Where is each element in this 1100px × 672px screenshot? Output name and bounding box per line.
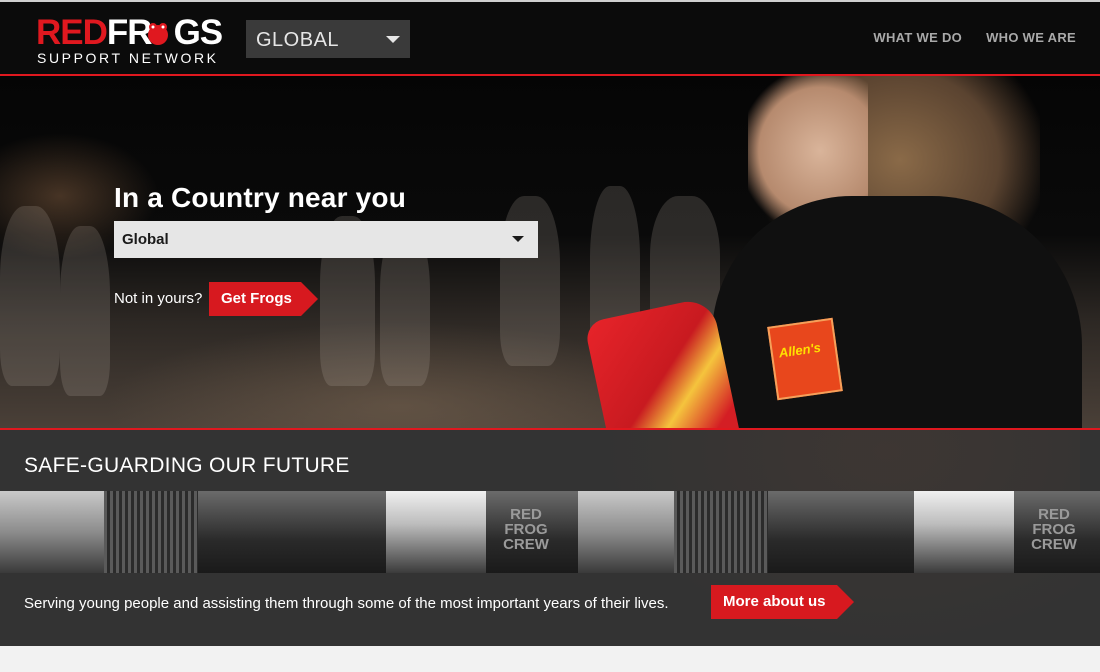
- main-nav: WHAT WE DO WHO WE ARE: [873, 30, 1076, 45]
- photo-tile: [104, 491, 198, 573]
- hero-photo-figure: [60, 226, 110, 396]
- badge-text: Allen's: [777, 339, 822, 361]
- photo-tile: RED FROG CREW: [1014, 491, 1100, 573]
- frog-icon: [148, 23, 168, 45]
- logo-tagline: SUPPORT NETWORK: [37, 50, 219, 66]
- photo-tile: [0, 491, 104, 573]
- nav-what-we-do[interactable]: WHAT WE DO: [873, 30, 962, 45]
- logo-wordmark: REDFR GS: [36, 13, 224, 52]
- section-title: SAFE-GUARDING OUR FUTURE: [24, 454, 350, 477]
- logo-red-text: RED: [36, 13, 108, 52]
- red-frogs-logo[interactable]: REDFR GS SUPPORT NETWORK: [36, 13, 226, 67]
- nav-who-we-are[interactable]: WHO WE ARE: [986, 30, 1076, 45]
- not-in-yours-text: Not in yours?: [114, 290, 203, 307]
- photo-tile: [768, 491, 860, 573]
- red-frog-crew-text: RED FROG CREW: [1031, 506, 1077, 553]
- hero-photo-person-shirt: [712, 196, 1082, 428]
- region-dropdown[interactable]: GLOBAL: [246, 20, 410, 58]
- photo-tile: [578, 491, 674, 573]
- mission-tagline: Serving young people and assisting them …: [24, 595, 669, 612]
- more-about-us-button[interactable]: More about us: [711, 585, 854, 619]
- country-dropdown[interactable]: Global: [114, 221, 538, 258]
- page-footer-strip: [0, 646, 1100, 672]
- logo-white-text-end: GS: [173, 13, 224, 52]
- chevron-down-icon: [512, 236, 524, 242]
- photo-tile: [674, 491, 768, 573]
- get-frogs-button[interactable]: Get Frogs: [209, 282, 318, 316]
- photo-tile: [198, 491, 294, 573]
- country-dropdown-value: Global: [122, 231, 169, 248]
- hero-title: In a Country near you: [114, 182, 407, 213]
- allens-badge: Allen's: [767, 317, 843, 401]
- red-frog-crew-text: RED FROG CREW: [503, 506, 549, 553]
- hero-banner: Allen's In a Country near you Global Not…: [0, 76, 1100, 428]
- photo-strip: RED FROG CREW RED FROG CREW: [0, 491, 1100, 573]
- photo-tile: [914, 491, 1014, 573]
- hero-photo-figure: [0, 206, 60, 386]
- photo-tile: [860, 491, 914, 573]
- photo-tile: [386, 491, 486, 573]
- chevron-down-icon: [386, 36, 400, 43]
- region-dropdown-value: GLOBAL: [256, 29, 340, 51]
- photo-tile: [294, 491, 386, 573]
- photo-tile: RED FROG CREW: [486, 491, 578, 573]
- site-header: REDFR GS SUPPORT NETWORK GLOBAL WHAT WE D…: [0, 0, 1100, 76]
